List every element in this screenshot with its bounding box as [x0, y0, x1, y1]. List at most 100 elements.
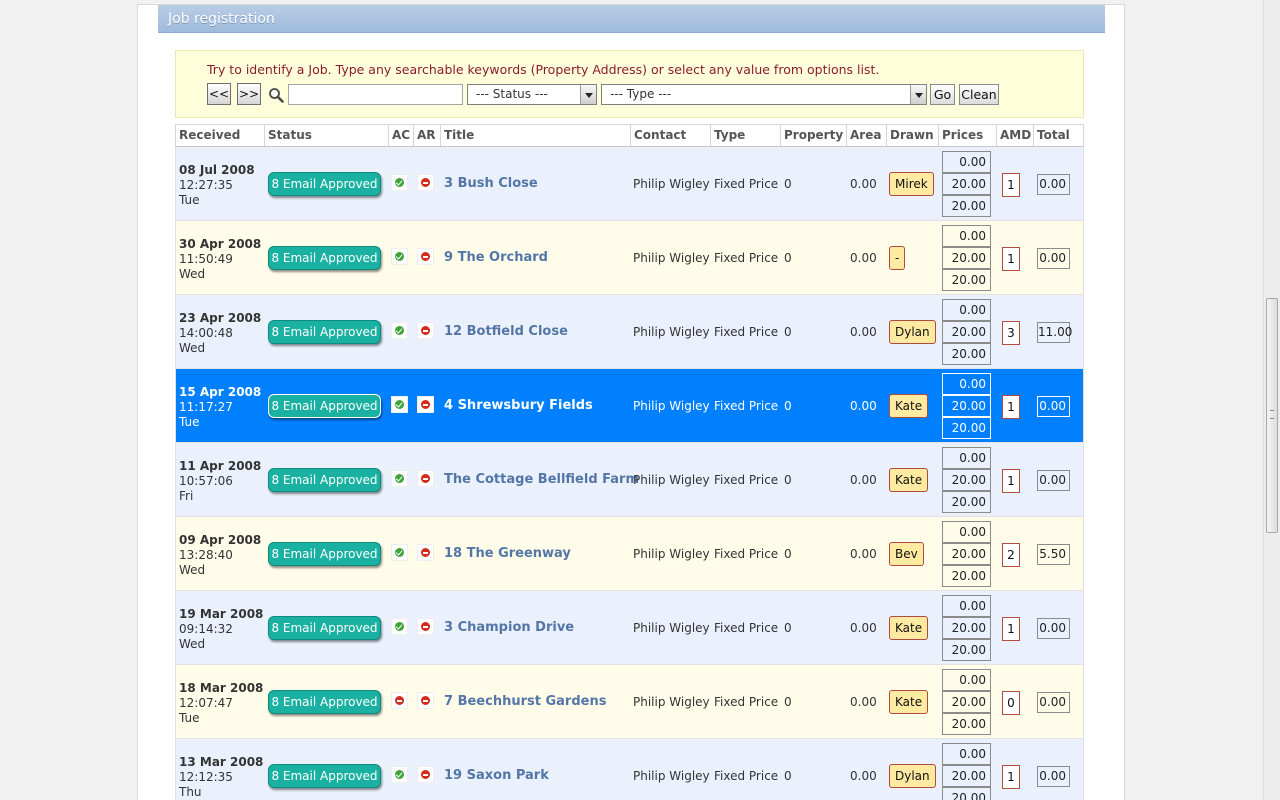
amd-count[interactable]: 0: [1002, 691, 1020, 715]
status-button[interactable]: 8 Email Approved: [268, 246, 381, 270]
price-field-2[interactable]: 20.00: [942, 173, 991, 195]
price-field-1[interactable]: 0.00: [942, 595, 991, 617]
job-title-link[interactable]: 12 Botfield Close: [444, 324, 568, 339]
status-button[interactable]: 8 Email Approved: [268, 690, 381, 714]
drawn-badge[interactable]: Mirek: [889, 172, 934, 196]
price-field-1[interactable]: 0.00: [942, 373, 991, 395]
status-button[interactable]: 8 Email Approved: [268, 764, 381, 788]
chevron-down-icon[interactable]: [910, 85, 926, 104]
ar-indicator[interactable]: [417, 248, 434, 265]
drawn-badge[interactable]: Kate: [889, 394, 929, 418]
table-row[interactable]: 13 Mar 2008 12:12:35 Thu 8 Email Approved 19…: [175, 739, 1084, 800]
price-field-2[interactable]: 20.00: [942, 691, 991, 713]
price-field-3[interactable]: 20.00: [942, 565, 991, 587]
price-field-1[interactable]: 0.00: [942, 225, 991, 247]
amd-count[interactable]: 2: [1002, 543, 1020, 567]
amd-count[interactable]: 3: [1002, 321, 1020, 345]
amd-count[interactable]: 1: [1002, 173, 1020, 197]
amd-count[interactable]: 1: [1002, 247, 1020, 271]
price-field-3[interactable]: 20.00: [942, 713, 991, 735]
status-button[interactable]: 8 Email Approved: [268, 394, 381, 418]
table-row[interactable]: 09 Apr 2008 13:28:40 Wed 8 Email Approved 18…: [175, 517, 1084, 591]
job-title-link[interactable]: 4 Shrewsbury Fields: [444, 398, 593, 413]
job-title-link[interactable]: 3 Bush Close: [444, 176, 538, 191]
clean-button[interactable]: Clean: [959, 84, 999, 105]
price-field-3[interactable]: 20.00: [942, 639, 991, 661]
ar-indicator[interactable]: [417, 470, 434, 487]
drawn-badge[interactable]: Dylan: [889, 764, 936, 788]
price-field-1[interactable]: 0.00: [942, 521, 991, 543]
column-header-amd[interactable]: AMD: [997, 125, 1034, 146]
ar-indicator[interactable]: [417, 544, 434, 561]
job-title-link[interactable]: 3 Champion Drive: [444, 620, 574, 635]
ar-indicator[interactable]: [417, 692, 434, 709]
price-field-2[interactable]: 20.00: [942, 321, 991, 343]
status-button[interactable]: 8 Email Approved: [268, 172, 381, 196]
next-button[interactable]: >>: [237, 83, 261, 105]
ac-indicator[interactable]: [391, 618, 408, 635]
ac-indicator[interactable]: [391, 248, 408, 265]
price-field-2[interactable]: 20.00: [942, 543, 991, 565]
table-row[interactable]: 18 Mar 2008 12:07:47 Tue 8 Email Approved 7 …: [175, 665, 1084, 739]
price-field-1[interactable]: 0.00: [942, 299, 991, 321]
ac-indicator[interactable]: [391, 470, 408, 487]
ac-indicator[interactable]: [391, 174, 408, 191]
amd-count[interactable]: 1: [1002, 617, 1020, 641]
status-button[interactable]: 8 Email Approved: [268, 320, 381, 344]
price-field-3[interactable]: 20.00: [942, 343, 991, 365]
column-header-ac[interactable]: AC: [389, 125, 414, 146]
column-header-status[interactable]: Status: [265, 125, 389, 146]
amd-count[interactable]: 1: [1002, 395, 1020, 419]
drawn-badge[interactable]: Bev: [889, 542, 924, 566]
price-field-1[interactable]: 0.00: [942, 447, 991, 469]
column-header-type[interactable]: Type: [711, 125, 781, 146]
table-row[interactable]: 11 Apr 2008 10:57:06 Fri 8 Email Approved Th…: [175, 443, 1084, 517]
ac-indicator[interactable]: [391, 544, 408, 561]
search-input[interactable]: [288, 84, 463, 105]
price-field-3[interactable]: 20.00: [942, 491, 991, 513]
amd-count[interactable]: 1: [1002, 765, 1020, 789]
drawn-badge[interactable]: Kate: [889, 616, 929, 640]
job-title-link[interactable]: 7 Beechhurst Gardens: [444, 694, 606, 709]
amd-count[interactable]: 1: [1002, 469, 1020, 493]
job-title-link[interactable]: The Cottage Bellfield Farm: [444, 472, 639, 487]
column-header-title[interactable]: Title: [441, 125, 631, 146]
drawn-badge[interactable]: Dylan: [889, 320, 936, 344]
price-field-1[interactable]: 0.00: [942, 743, 991, 765]
status-select[interactable]: --- Status ---: [467, 84, 597, 105]
price-field-3[interactable]: 20.00: [942, 195, 991, 217]
job-title-link[interactable]: 19 Saxon Park: [444, 768, 549, 783]
column-header-property[interactable]: Property: [781, 125, 847, 146]
column-header-contact[interactable]: Contact: [631, 125, 711, 146]
price-field-2[interactable]: 20.00: [942, 469, 991, 491]
go-button[interactable]: Go: [930, 84, 955, 105]
price-field-2[interactable]: 20.00: [942, 395, 991, 417]
type-select[interactable]: --- Type ---: [601, 84, 927, 105]
status-button[interactable]: 8 Email Approved: [268, 542, 381, 566]
table-row[interactable]: 30 Apr 2008 11:50:49 Wed 8 Email Approved 9 …: [175, 221, 1084, 295]
chevron-down-icon[interactable]: [580, 85, 596, 104]
column-header-received[interactable]: Received: [176, 125, 265, 146]
drawn-badge[interactable]: Kate: [889, 690, 929, 714]
ar-indicator[interactable]: [417, 396, 434, 413]
price-field-3[interactable]: 20.00: [942, 417, 991, 439]
ar-indicator[interactable]: [417, 322, 434, 339]
price-field-3[interactable]: 20.00: [942, 269, 991, 291]
ac-indicator[interactable]: [391, 322, 408, 339]
page-scrollbar[interactable]: [1263, 0, 1280, 800]
price-field-2[interactable]: 20.00: [942, 617, 991, 639]
drawn-badge[interactable]: Kate: [889, 468, 929, 492]
column-header-total[interactable]: Total: [1034, 125, 1085, 146]
drawn-badge[interactable]: -: [889, 246, 906, 270]
column-header-area[interactable]: Area: [847, 125, 887, 146]
column-header-prices[interactable]: Prices: [939, 125, 997, 146]
prev-button[interactable]: <<: [207, 83, 231, 105]
ac-indicator[interactable]: [391, 766, 408, 783]
table-row[interactable]: 19 Mar 2008 09:14:32 Wed 8 Email Approved 3 …: [175, 591, 1084, 665]
price-field-3[interactable]: 20.00: [942, 787, 991, 800]
ar-indicator[interactable]: [417, 174, 434, 191]
price-field-2[interactable]: 20.00: [942, 765, 991, 787]
ar-indicator[interactable]: [417, 766, 434, 783]
price-field-1[interactable]: 0.00: [942, 669, 991, 691]
status-button[interactable]: 8 Email Approved: [268, 468, 381, 492]
